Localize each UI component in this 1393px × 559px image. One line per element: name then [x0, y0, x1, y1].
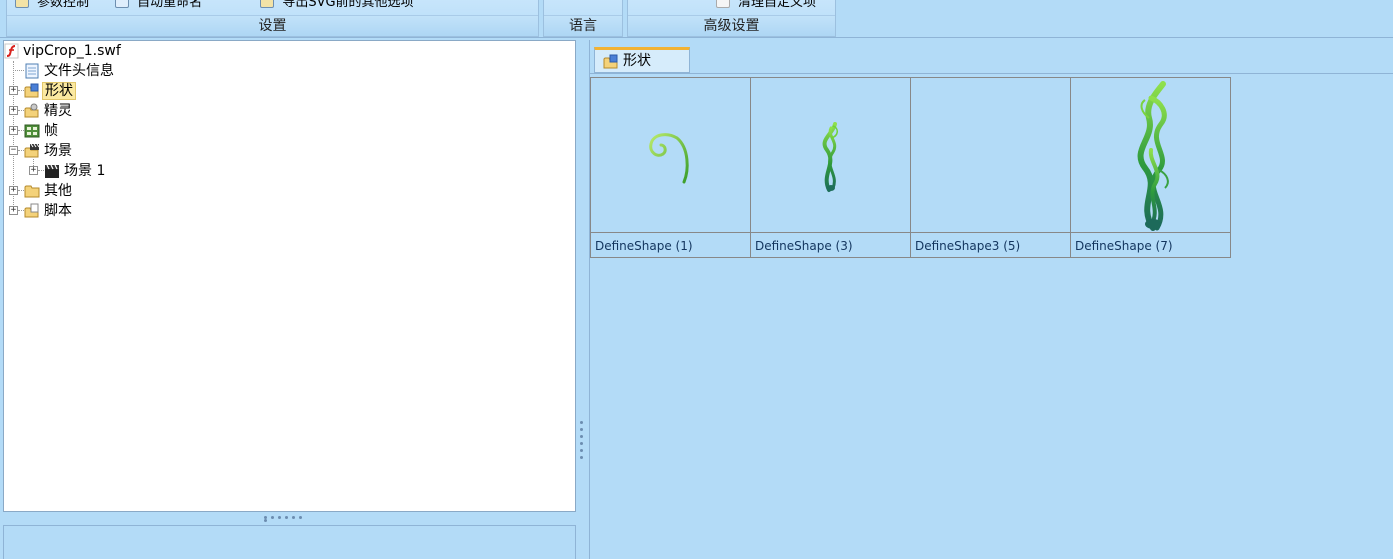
ribbon-item-autorename[interactable]: 自动重命名 — [115, 0, 202, 9]
shape-folder-icon — [24, 83, 39, 98]
frame-folder-icon — [24, 124, 40, 138]
tree-item-sprites[interactable]: 精灵 — [24, 101, 74, 121]
tree-item-frames[interactable]: 帧 — [24, 121, 60, 141]
tree-item-label: 其他 — [44, 183, 72, 199]
ribbon-group-advanced: 清理自定义项 高级设置 — [627, 0, 836, 37]
tree-item-label: 形状 — [42, 82, 76, 100]
collapse-toggle[interactable]: − — [9, 146, 18, 155]
sprite-folder-icon — [24, 103, 39, 118]
settings-icon — [15, 0, 29, 8]
shape-cell[interactable]: DefineShape (1) — [591, 78, 751, 257]
shape-folder-icon — [603, 54, 618, 69]
tree-item-label: 精灵 — [44, 103, 72, 119]
shape-caption: DefineShape (3) — [755, 239, 853, 253]
shape-cell[interactable]: DefineShape (3) — [751, 78, 911, 257]
tree-item-shapes[interactable]: 形状 — [24, 81, 76, 101]
ribbon-item-svg-options[interactable]: 导出SVG前的其他选项 — [260, 0, 414, 9]
horizontal-splitter[interactable] — [264, 516, 312, 522]
options-icon — [260, 0, 275, 8]
small-vine-shape-image — [822, 122, 838, 192]
ribbon-group-title: 语言 — [544, 15, 622, 36]
expand-toggle[interactable]: + — [9, 206, 18, 215]
shape-caption: DefineShape (1) — [595, 239, 693, 253]
clear-icon — [716, 0, 730, 8]
tree-item-label: 帧 — [44, 123, 58, 139]
expand-toggle[interactable]: + — [9, 106, 18, 115]
expand-toggle[interactable]: + — [9, 86, 18, 95]
tree-item-label: 场景 1 — [64, 163, 106, 179]
tree-item-header[interactable]: 文件头信息 — [24, 61, 116, 81]
clapper-icon — [45, 164, 59, 178]
expand-toggle[interactable]: + — [29, 166, 38, 175]
vertical-splitter[interactable] — [580, 421, 584, 465]
expand-toggle[interactable]: + — [9, 186, 18, 195]
ribbon: 参数控制 自动重命名 导出SVG前的其他选项 设置 语言 清理自定义项 高级设置 — [0, 0, 1393, 38]
expand-toggle[interactable]: + — [9, 126, 18, 135]
tree-item-label: 文件头信息 — [44, 63, 114, 79]
tree-root-label: vipCrop_1.swf — [23, 43, 121, 59]
tree-panel: vipCrop_1.swf 文件头信息 + 形状 + 精灵 + 帧 − 场景 +… — [3, 40, 576, 512]
shape-cell[interactable]: DefineShape3 (5) — [911, 78, 1071, 257]
ribbon-group-language: 语言 — [543, 0, 623, 37]
folder-icon — [24, 185, 40, 198]
tree-item-scripts[interactable]: 脚本 — [24, 201, 74, 221]
shape-caption: DefineShape3 (5) — [915, 239, 1021, 253]
shape-grid: DefineShape (1) DefineShape (3) DefineSh… — [590, 77, 1231, 258]
shape-cell[interactable]: DefineShape (7) — [1071, 78, 1231, 257]
shape-caption: DefineShape (7) — [1075, 239, 1173, 253]
large-vine-shape-image — [1137, 81, 1169, 231]
ribbon-group-title: 高级设置 — [628, 15, 835, 36]
scene-folder-icon — [24, 143, 40, 158]
details-panel — [3, 525, 576, 559]
script-folder-icon — [24, 203, 39, 218]
shape-thumbnail — [591, 78, 750, 233]
tree-line — [13, 70, 24, 71]
rename-icon — [115, 0, 130, 8]
flash-file-icon — [4, 43, 19, 59]
ribbon-group-title: 设置 — [7, 15, 538, 36]
tab-shapes[interactable]: 形状 — [594, 47, 690, 73]
tree-item-other[interactable]: 其他 — [24, 181, 74, 201]
tree-item-label: 脚本 — [44, 203, 72, 219]
shape-thumbnail — [751, 78, 910, 233]
tree-item-scene-1[interactable]: 场景 1 — [44, 161, 107, 181]
shape-thumbnail — [911, 78, 1070, 233]
ribbon-item-params[interactable]: 参数控制 — [15, 0, 89, 9]
curl-shape-image — [649, 133, 689, 184]
tab-label: 形状 — [623, 53, 651, 69]
tree-root[interactable]: vipCrop_1.swf — [4, 41, 123, 61]
shape-thumbnail — [1071, 78, 1230, 233]
ribbon-item-clear-custom[interactable]: 清理自定义项 — [716, 0, 816, 9]
ribbon-group-settings: 参数控制 自动重命名 导出SVG前的其他选项 设置 — [6, 0, 539, 37]
document-icon — [25, 63, 39, 79]
tree-item-label: 场景 — [44, 143, 72, 159]
tab-underline — [590, 73, 1393, 74]
tree-item-scenes[interactable]: 场景 — [24, 141, 74, 161]
